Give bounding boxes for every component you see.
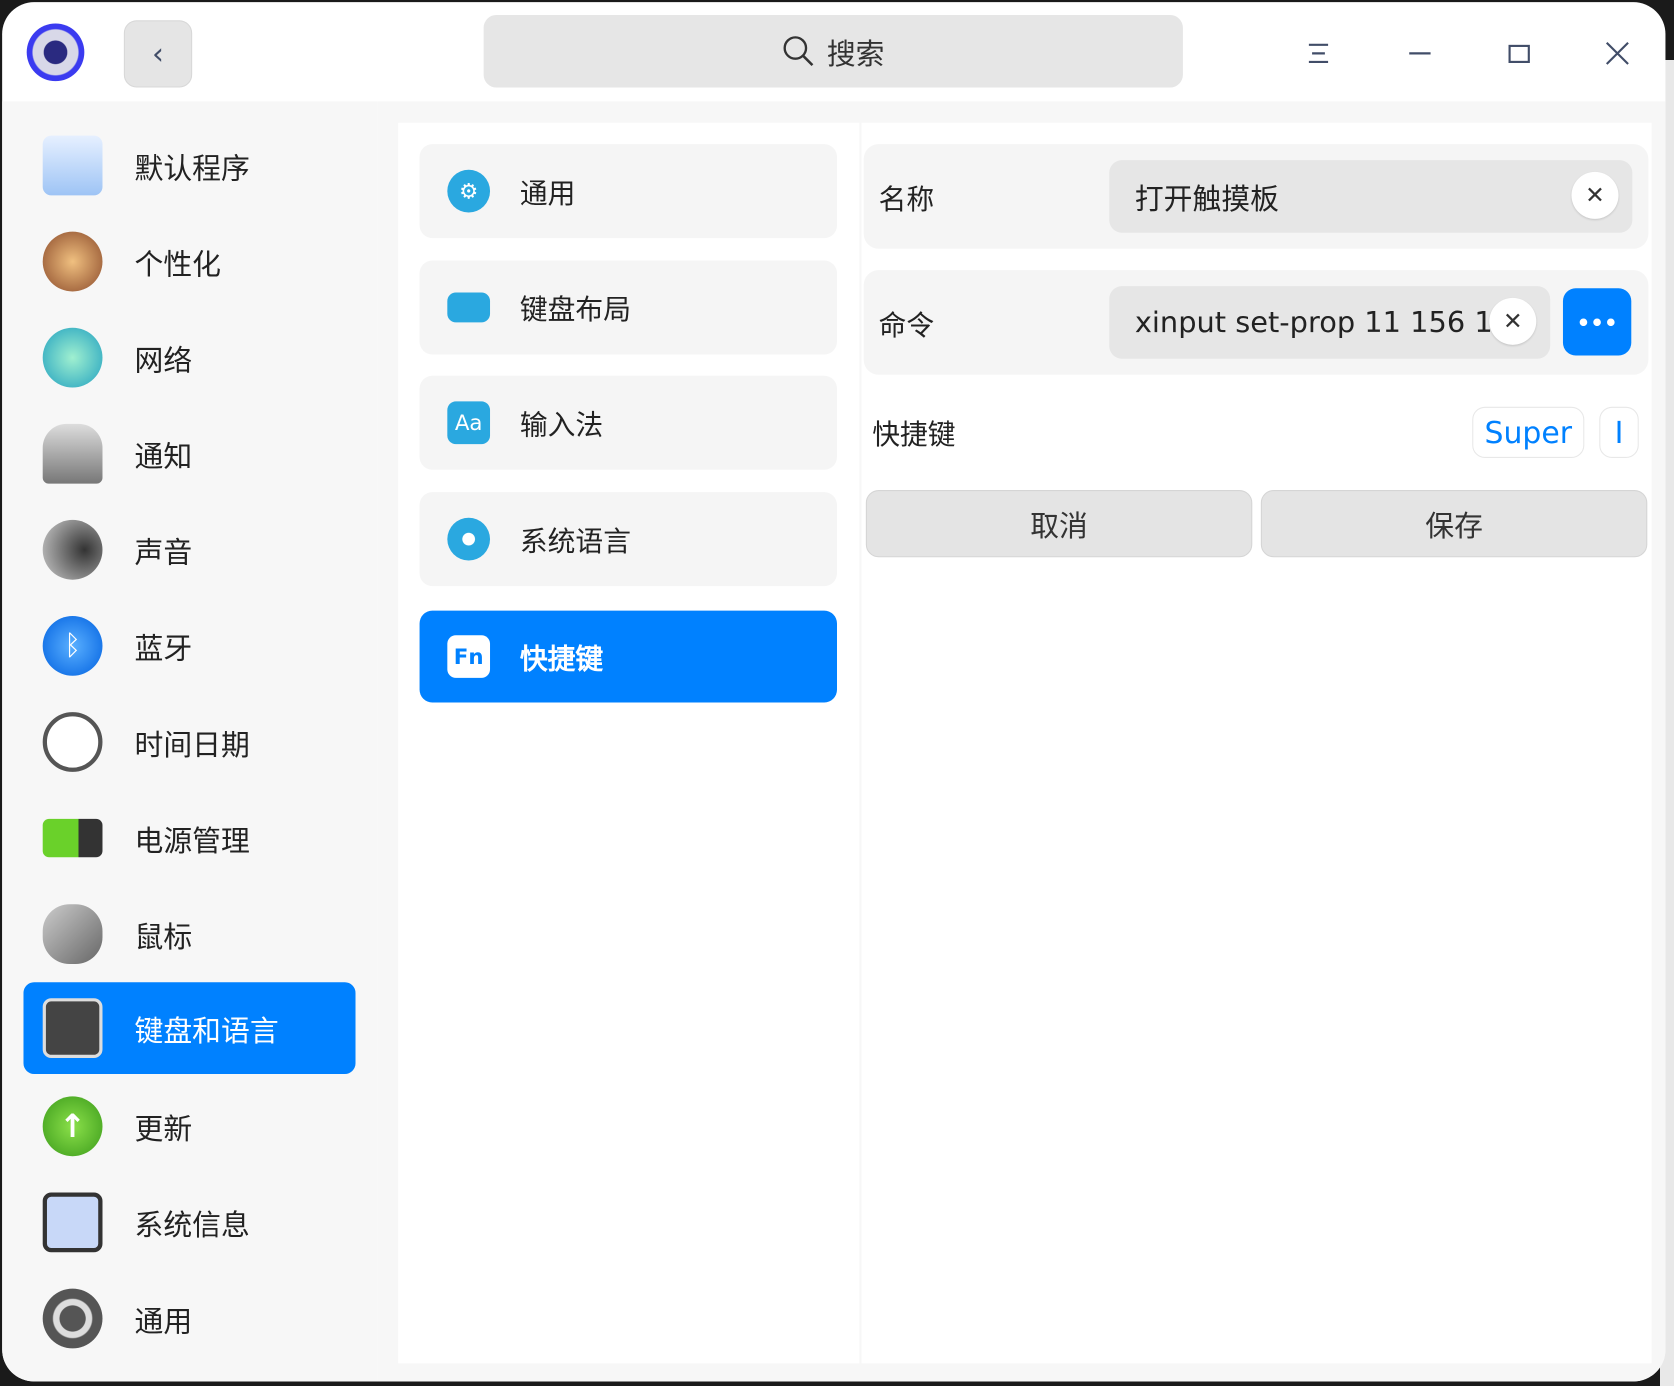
name-row: 名称 打开触摸板 ✕ [863,144,1649,249]
sidebar-item-label: 声音 [134,536,193,570]
keyboard-layout-icon [447,292,491,323]
name-input[interactable]: 打开触摸板 [1109,160,1633,233]
close-icon: ✕ [1585,182,1605,209]
shortcut-label: 快捷键 [872,419,956,452]
sidebar-item-label: 默认程序 [134,152,250,186]
command-value: xinput set-prop 11 156 1 [1134,305,1493,339]
sidebar-item-label: 网络 [134,344,193,378]
bell-icon [42,423,103,484]
sidebar-item-label: 个性化 [134,248,221,282]
chevron-left-icon: ‹ [152,36,164,72]
maximize-icon[interactable] [1500,34,1538,72]
sidebar-item-label: 更新 [134,1112,193,1147]
keyboard-icon [42,998,103,1058]
settings-window: ‹ 搜索 默认程序 个性化 网络 通知 声音 ᛒ 蓝牙 时间日期 电源管理 鼠标 … [2,2,1666,1382]
sidebar-item-general[interactable]: 通用 [23,1273,355,1365]
default-apps-icon [42,135,103,196]
sidebar-item-label: 鼠标 [134,920,193,954]
battery-icon [42,818,103,858]
gear-icon: ⚙ [447,169,491,213]
mouse-icon [42,904,103,965]
sidebar-item-system-info[interactable]: 系统信息 [23,1176,355,1268]
submenu-item-input-method[interactable]: Aa 输入法 [419,375,837,470]
bluetooth-icon: ᛒ [42,616,103,676]
fn-icon: Fn [447,635,491,678]
system-info-icon [42,1192,103,1253]
close-icon: ✕ [1502,308,1523,335]
submenu-item-label: 通用 [519,177,576,210]
sidebar-item-sound[interactable]: 声音 [23,504,355,596]
command-row: 命令 xinput set-prop 11 156 1 ✕ ••• [863,270,1649,375]
palette-icon [42,231,103,292]
sidebar-item-label: 通知 [134,440,193,474]
sidebar-item-mouse[interactable]: 鼠标 [23,888,355,980]
gear-icon [42,1288,103,1349]
cancel-button[interactable]: 取消 [865,490,1253,558]
back-button[interactable]: ‹ [123,20,193,88]
minimize-icon[interactable] [1401,34,1439,72]
sidebar-item-bluetooth[interactable]: ᛒ 蓝牙 [23,600,355,692]
name-value: 打开触摸板 [1134,183,1279,217]
close-icon[interactable] [1598,34,1636,72]
sidebar-item-network[interactable]: 网络 [23,312,355,404]
search-placeholder: 搜索 [826,37,885,71]
update-arrow-icon: ↑ [42,1096,103,1157]
sidebar-item-label: 键盘和语言 [134,1014,279,1048]
sidebar: 默认程序 个性化 网络 通知 声音 ᛒ 蓝牙 时间日期 电源管理 鼠标 键盘和语言… [2,101,378,1382]
speaker-icon [42,519,103,580]
submenu-item-label: 输入法 [519,409,604,442]
search-input[interactable]: 搜索 [483,14,1183,88]
shortcut-key-chip[interactable]: I [1599,406,1639,459]
sidebar-item-personalization[interactable]: 个性化 [23,216,355,308]
sidebar-item-power[interactable]: 电源管理 [23,792,355,884]
sidebar-item-keyboard-language[interactable]: 键盘和语言 [23,982,356,1075]
clear-name-button[interactable]: ✕ [1571,171,1619,219]
shortcut-key-chip[interactable]: Super [1472,406,1585,459]
submenu-panel: ⚙ 通用 键盘布局 Aa 输入法 系统语言 Fn 快捷键 [398,122,860,1364]
browse-command-button[interactable]: ••• [1562,288,1632,356]
search-icon [782,36,813,67]
submenu-item-label: 键盘布局 [519,294,631,327]
globe-icon [447,517,491,561]
submenu-item-keyboard-layout[interactable]: 键盘布局 [419,260,837,355]
input-method-icon: Aa [447,401,491,445]
app-logo-icon [26,23,85,82]
sidebar-item-label: 通用 [134,1305,193,1339]
submenu-item-general[interactable]: ⚙ 通用 [419,144,837,239]
submenu-item-shortcuts[interactable]: Fn 快捷键 [419,610,837,703]
save-button[interactable]: 保存 [1260,490,1648,558]
submenu-item-label: 系统语言 [519,525,631,558]
menu-icon[interactable] [1299,34,1337,72]
sidebar-item-datetime[interactable]: 时间日期 [23,696,355,788]
sidebar-item-update[interactable]: ↑ 更新 [23,1080,355,1172]
shortcut-edit-panel: 名称 打开触摸板 ✕ 命令 xinput set-prop 11 156 1 ✕… [861,122,1652,1364]
name-label: 名称 [878,184,935,217]
submenu-item-label: 快捷键 [519,643,604,676]
sidebar-item-label: 电源管理 [134,824,250,858]
command-input[interactable]: xinput set-prop 11 156 1 [1109,286,1551,359]
network-icon [42,327,103,388]
sidebar-item-label: 蓝牙 [134,632,193,666]
submenu-item-system-language[interactable]: 系统语言 [419,492,837,587]
command-label: 命令 [878,310,935,343]
clock-icon [42,712,103,772]
sidebar-item-label: 系统信息 [134,1209,250,1243]
sidebar-item-notification[interactable]: 通知 [23,408,355,500]
clear-command-button[interactable]: ✕ [1489,297,1537,345]
sidebar-item-label: 时间日期 [134,728,250,762]
sidebar-item-default-apps[interactable]: 默认程序 [23,120,355,212]
